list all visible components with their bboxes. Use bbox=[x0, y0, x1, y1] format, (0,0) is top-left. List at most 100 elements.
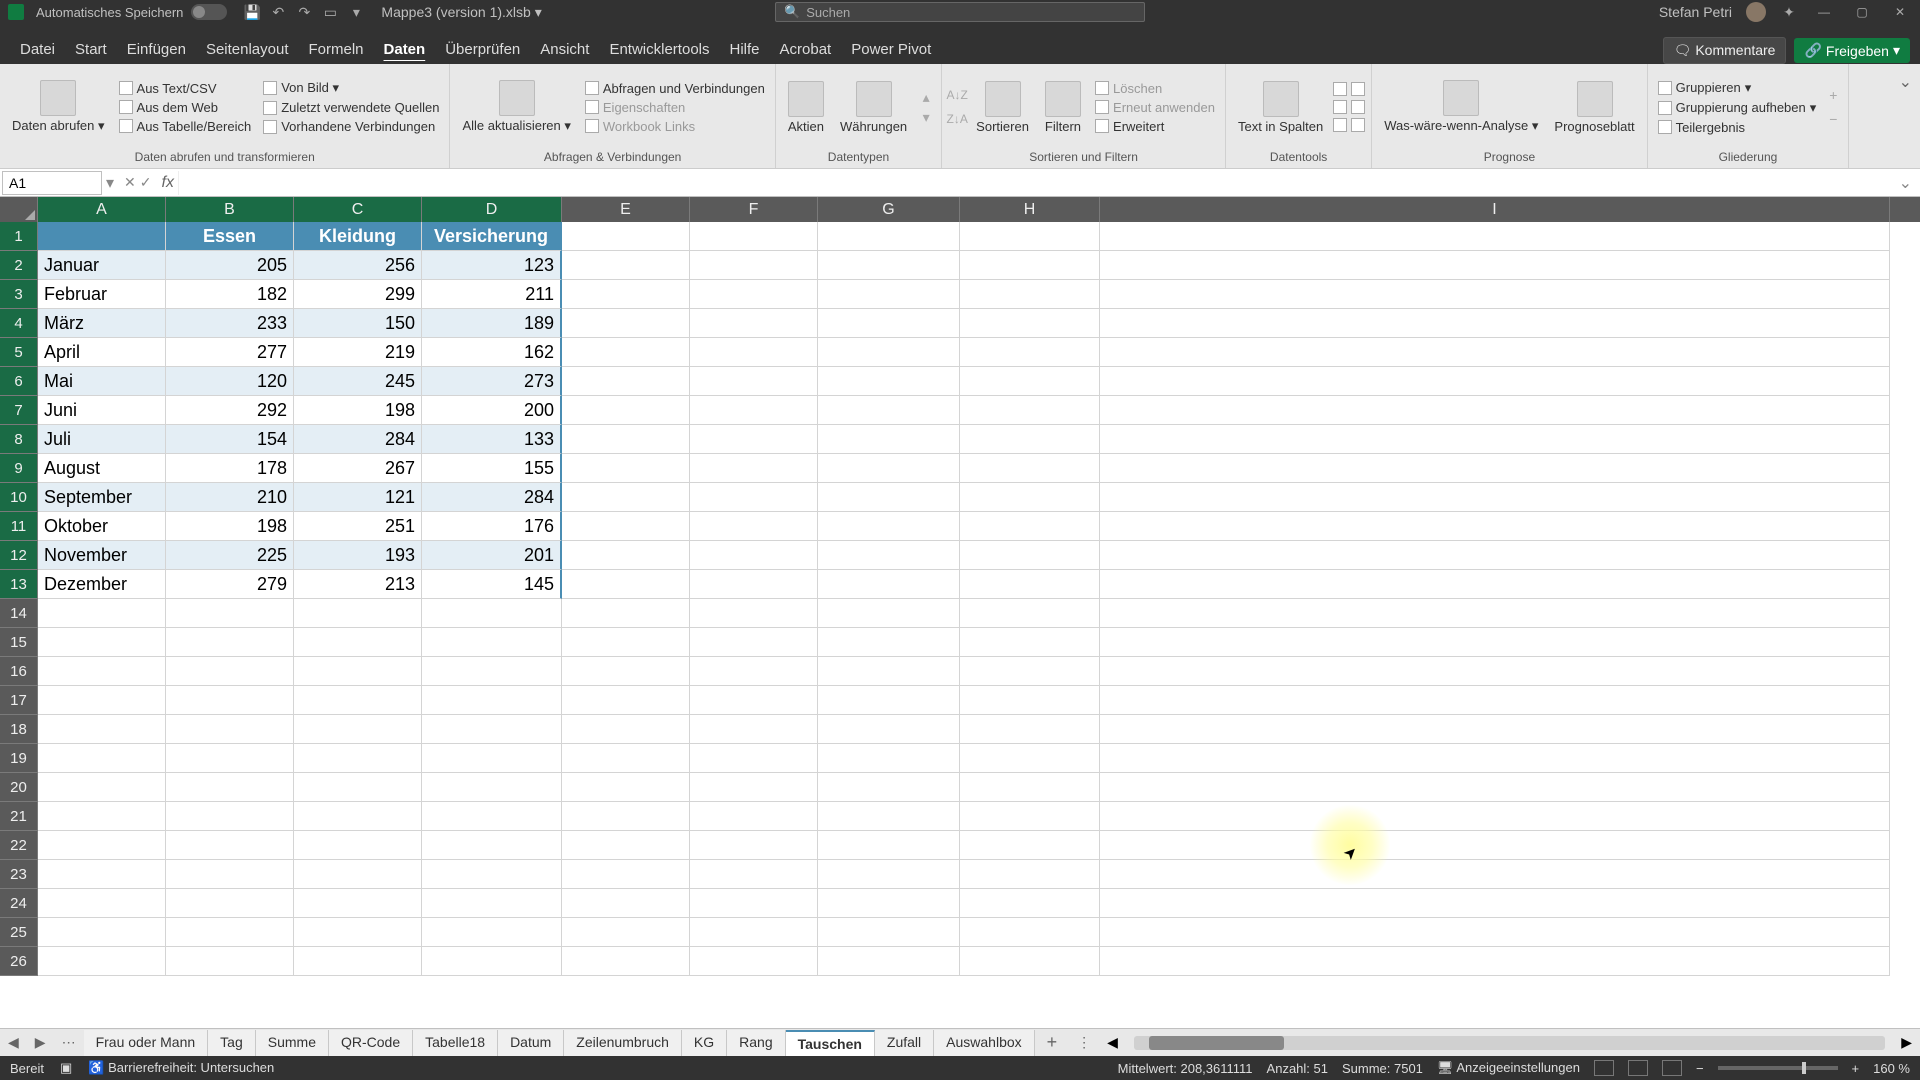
cell-C12[interactable]: 193 bbox=[294, 541, 422, 570]
cell-B6[interactable]: 120 bbox=[166, 367, 294, 396]
cell-H12[interactable] bbox=[960, 541, 1100, 570]
cell-I1[interactable] bbox=[1100, 222, 1890, 251]
cell-G24[interactable] bbox=[818, 889, 960, 918]
cell-G20[interactable] bbox=[818, 773, 960, 802]
cell-C26[interactable] bbox=[294, 947, 422, 976]
show-detail-icon[interactable]: + bbox=[1824, 86, 1842, 104]
comments-button[interactable]: 🗨 Kommentare bbox=[1663, 37, 1787, 64]
cell-F4[interactable] bbox=[690, 309, 818, 338]
cell-F20[interactable] bbox=[690, 773, 818, 802]
column-header-I[interactable]: I bbox=[1100, 197, 1890, 222]
cell-F13[interactable] bbox=[690, 570, 818, 599]
cell-D18[interactable] bbox=[422, 715, 562, 744]
cell-E11[interactable] bbox=[562, 512, 690, 541]
cell-I9[interactable] bbox=[1100, 454, 1890, 483]
cell-G26[interactable] bbox=[818, 947, 960, 976]
cell-H11[interactable] bbox=[960, 512, 1100, 541]
cell-H6[interactable] bbox=[960, 367, 1100, 396]
qat-more-icon[interactable]: ▾ bbox=[347, 3, 365, 21]
forecast-sheet-button[interactable]: Prognoseblatt bbox=[1548, 77, 1640, 138]
cell-I14[interactable] bbox=[1100, 599, 1890, 628]
cell-C11[interactable]: 251 bbox=[294, 512, 422, 541]
cell-B25[interactable] bbox=[166, 918, 294, 947]
row-header-9[interactable]: 9 bbox=[0, 454, 38, 483]
cell-H16[interactable] bbox=[960, 657, 1100, 686]
cell-D4[interactable]: 189 bbox=[422, 309, 562, 338]
cell-G7[interactable] bbox=[818, 396, 960, 425]
cancel-formula-icon[interactable]: ✕ bbox=[124, 174, 136, 191]
cell-H10[interactable] bbox=[960, 483, 1100, 512]
cell-G6[interactable] bbox=[818, 367, 960, 396]
cell-H3[interactable] bbox=[960, 280, 1100, 309]
cell-A5[interactable]: April bbox=[38, 338, 166, 367]
menu-tab-entwicklertools[interactable]: Entwicklertools bbox=[599, 35, 719, 64]
cell-A12[interactable]: November bbox=[38, 541, 166, 570]
cell-G5[interactable] bbox=[818, 338, 960, 367]
cell-C9[interactable]: 267 bbox=[294, 454, 422, 483]
cell-H17[interactable] bbox=[960, 686, 1100, 715]
cell-D15[interactable] bbox=[422, 628, 562, 657]
row-header-5[interactable]: 5 bbox=[0, 338, 38, 367]
menu-tab-start[interactable]: Start bbox=[65, 35, 117, 64]
sheet-tab-kg[interactable]: KG bbox=[682, 1030, 727, 1056]
cell-D14[interactable] bbox=[422, 599, 562, 628]
cell-A16[interactable] bbox=[38, 657, 166, 686]
zoom-in-icon[interactable]: + bbox=[1852, 1061, 1860, 1076]
cell-F26[interactable] bbox=[690, 947, 818, 976]
cell-I5[interactable] bbox=[1100, 338, 1890, 367]
sort-asc-icon[interactable]: A↓Z bbox=[948, 86, 966, 104]
cell-F18[interactable] bbox=[690, 715, 818, 744]
cell-B1[interactable]: Essen bbox=[166, 222, 294, 251]
cell-G12[interactable] bbox=[818, 541, 960, 570]
cell-I2[interactable] bbox=[1100, 251, 1890, 280]
cell-E9[interactable] bbox=[562, 454, 690, 483]
cell-D21[interactable] bbox=[422, 802, 562, 831]
cell-F1[interactable] bbox=[690, 222, 818, 251]
cell-B24[interactable] bbox=[166, 889, 294, 918]
column-header-A[interactable]: A bbox=[38, 197, 166, 222]
menu-tab-ansicht[interactable]: Ansicht bbox=[530, 35, 599, 64]
cell-B18[interactable] bbox=[166, 715, 294, 744]
redo-icon[interactable]: ↷ bbox=[295, 3, 313, 21]
cell-F21[interactable] bbox=[690, 802, 818, 831]
cell-H1[interactable] bbox=[960, 222, 1100, 251]
cell-A8[interactable]: Juli bbox=[38, 425, 166, 454]
cell-D2[interactable]: 123 bbox=[422, 251, 562, 280]
cell-H18[interactable] bbox=[960, 715, 1100, 744]
cell-H19[interactable] bbox=[960, 744, 1100, 773]
cell-B12[interactable]: 225 bbox=[166, 541, 294, 570]
ungroup-button[interactable]: Gruppierung aufheben ▾ bbox=[1654, 99, 1821, 117]
whatif-analysis-button[interactable]: Was-wäre-wenn-Analyse ▾ bbox=[1378, 76, 1544, 138]
cell-D23[interactable] bbox=[422, 860, 562, 889]
cell-E25[interactable] bbox=[562, 918, 690, 947]
cell-G9[interactable] bbox=[818, 454, 960, 483]
cell-A4[interactable]: März bbox=[38, 309, 166, 338]
cell-A11[interactable]: Oktober bbox=[38, 512, 166, 541]
sheet-tab-tauschen[interactable]: Tauschen bbox=[786, 1030, 875, 1056]
cell-E16[interactable] bbox=[562, 657, 690, 686]
row-header-23[interactable]: 23 bbox=[0, 860, 38, 889]
cell-A2[interactable]: Januar bbox=[38, 251, 166, 280]
column-header-F[interactable]: F bbox=[690, 197, 818, 222]
cell-E8[interactable] bbox=[562, 425, 690, 454]
cell-A24[interactable] bbox=[38, 889, 166, 918]
cell-G25[interactable] bbox=[818, 918, 960, 947]
cell-C16[interactable] bbox=[294, 657, 422, 686]
cell-B23[interactable] bbox=[166, 860, 294, 889]
text-to-columns-button[interactable]: Text in Spalten bbox=[1232, 77, 1329, 138]
cell-C24[interactable] bbox=[294, 889, 422, 918]
cell-A15[interactable] bbox=[38, 628, 166, 657]
cell-B15[interactable] bbox=[166, 628, 294, 657]
row-header-7[interactable]: 7 bbox=[0, 396, 38, 425]
hide-detail-icon[interactable]: − bbox=[1824, 110, 1842, 128]
cell-F23[interactable] bbox=[690, 860, 818, 889]
cell-F19[interactable] bbox=[690, 744, 818, 773]
cell-G16[interactable] bbox=[818, 657, 960, 686]
cell-A25[interactable] bbox=[38, 918, 166, 947]
cell-I20[interactable] bbox=[1100, 773, 1890, 802]
sheet-area[interactable]: ABCDEFGHI1EssenKleidungVersicherung2Janu… bbox=[0, 197, 1920, 1028]
cell-A20[interactable] bbox=[38, 773, 166, 802]
sheet-tab-frau-oder-mann[interactable]: Frau oder Mann bbox=[84, 1030, 209, 1056]
cell-E1[interactable] bbox=[562, 222, 690, 251]
cell-G8[interactable] bbox=[818, 425, 960, 454]
